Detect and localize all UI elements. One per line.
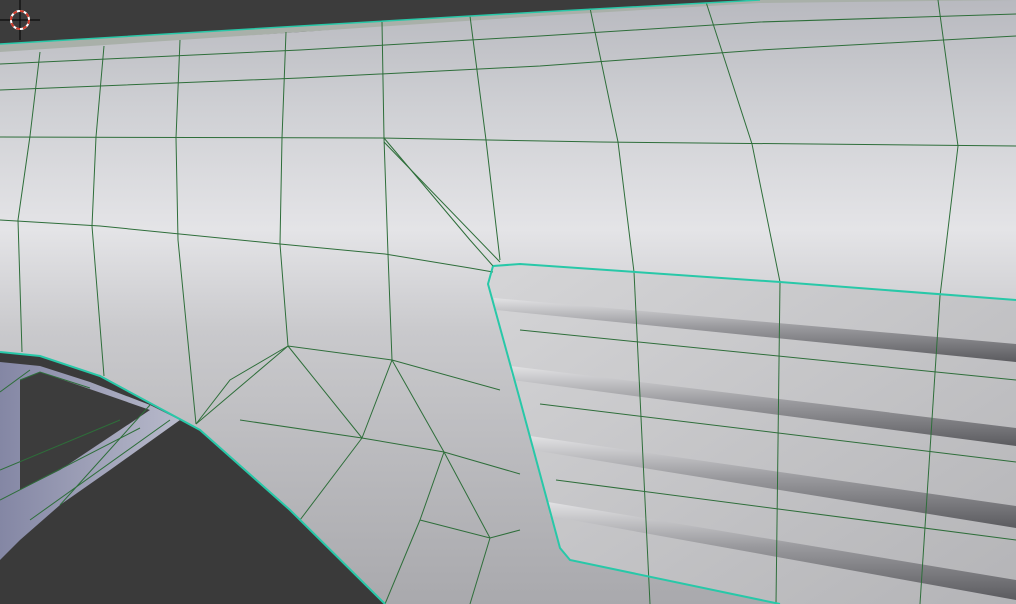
- 3d-viewport[interactable]: [0, 0, 1016, 604]
- 3d-cursor-icon[interactable]: [0, 0, 40, 40]
- mesh-wireframe-view[interactable]: [0, 0, 1016, 604]
